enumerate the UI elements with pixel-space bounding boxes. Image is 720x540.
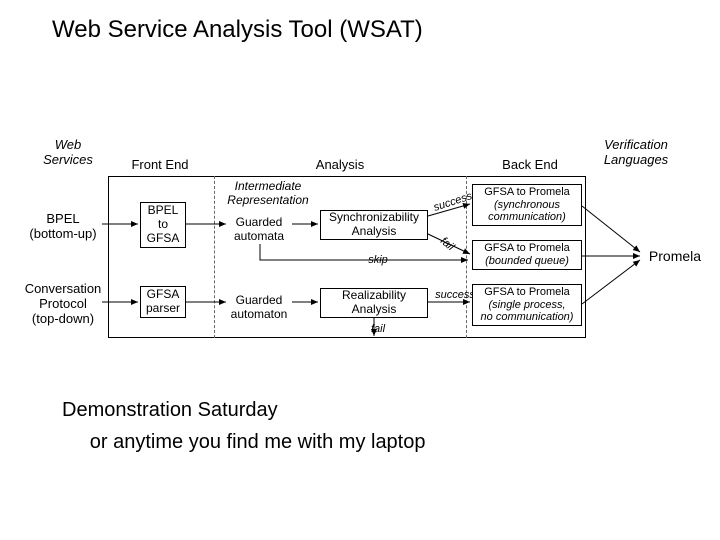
left-label-bpel: BPEL(bottom-up) <box>18 212 108 242</box>
label-skip: skip <box>358 254 398 267</box>
right-label-promela: Promela <box>640 248 710 264</box>
header-front-end: Front End <box>120 158 200 173</box>
header-web-services: WebServices <box>30 138 106 168</box>
intermediate-heading: IntermediateRepresentation <box>218 180 318 208</box>
box-synchronizability: SynchronizabilityAnalysis <box>320 210 428 240</box>
guarded-automata: Guardedautomata <box>224 216 294 244</box>
header-analysis: Analysis <box>300 158 380 173</box>
header-verification-languages: VerificationLanguages <box>586 138 686 168</box>
box-bpel-to-gfsa: BPELtoGFSA <box>140 202 186 248</box>
box-promela-bounded-text: GFSA to Promela(bounded queue) <box>484 242 570 267</box>
footer-text: Demonstration Saturday or anytime you fi… <box>62 394 426 458</box>
box-promela-single: GFSA to Promela(single process,no commun… <box>472 284 582 326</box>
page-title: Web Service Analysis Tool (WSAT) <box>52 16 423 44</box>
box-gfsa-parser: GFSAparser <box>140 286 186 318</box>
box-realizability: RealizabilityAnalysis <box>320 288 428 318</box>
divider-1 <box>214 176 215 338</box>
box-promela-bounded: GFSA to Promela(bounded queue) <box>472 240 582 270</box>
box-promela-sync: GFSA to Promela(synchronouscommunication… <box>472 184 582 226</box>
guarded-automaton: Guardedautomaton <box>224 294 294 322</box>
box-promela-single-text: GFSA to Promela(single process,no commun… <box>481 286 574 324</box>
box-promela-sync-text: GFSA to Promela(synchronouscommunication… <box>484 186 570 224</box>
header-back-end: Back End <box>490 158 570 173</box>
left-label-conversation: ConversationProtocol(top-down) <box>18 282 108 327</box>
label-fail-2: fail <box>358 323 398 336</box>
